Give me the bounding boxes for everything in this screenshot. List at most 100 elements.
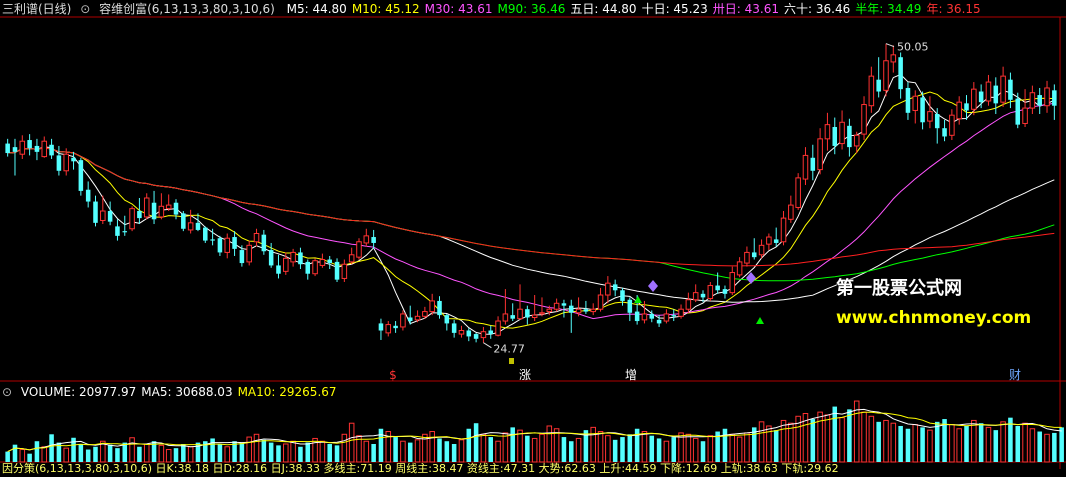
candle xyxy=(305,259,311,280)
volume-bar xyxy=(137,446,142,462)
candle xyxy=(978,84,984,109)
candle xyxy=(773,227,779,247)
volume-bar xyxy=(964,425,969,462)
candle-body xyxy=(173,202,179,215)
volume-bar xyxy=(239,442,245,462)
volume-bar xyxy=(451,443,457,462)
candle xyxy=(71,151,76,170)
volume-bar xyxy=(876,421,881,462)
settings-icon[interactable]: ⊙ xyxy=(80,2,90,16)
volume-bar xyxy=(246,436,252,463)
candle xyxy=(341,259,348,282)
candle-body xyxy=(268,250,274,266)
candle xyxy=(802,147,809,185)
candle xyxy=(143,193,150,220)
volume-bar xyxy=(927,429,933,463)
candle xyxy=(224,233,231,259)
stock-title[interactable]: 三利谱(日线) xyxy=(2,2,71,16)
candle-body xyxy=(766,236,772,245)
candle-body xyxy=(1008,79,1013,100)
candle-body xyxy=(890,54,897,63)
candle-body xyxy=(437,300,442,316)
candle-body xyxy=(137,211,142,219)
candle-body xyxy=(348,254,355,263)
candle xyxy=(883,43,889,97)
volume-bar xyxy=(649,435,655,462)
candle xyxy=(78,157,84,196)
volume-bar xyxy=(473,423,479,462)
candle-body xyxy=(656,319,662,324)
candle-body xyxy=(751,252,757,258)
candle-body xyxy=(795,177,801,208)
year-line xyxy=(7,147,1055,267)
volume-bar xyxy=(312,437,318,463)
candle xyxy=(510,303,515,322)
candle xyxy=(671,309,676,322)
volume-bar xyxy=(817,411,823,463)
candle-body xyxy=(327,259,332,264)
candle-body xyxy=(817,138,823,171)
volume-bar xyxy=(575,437,582,463)
candle-body xyxy=(568,305,574,313)
candle-body xyxy=(341,263,348,279)
candle xyxy=(312,258,318,277)
volume-bar xyxy=(217,443,223,462)
candle xyxy=(19,135,26,159)
candle xyxy=(1044,80,1050,113)
candle xyxy=(407,305,413,325)
volume-item-0: VOLUME: 20977.97 xyxy=(20,385,137,399)
volume-bar xyxy=(334,445,340,462)
candle-body xyxy=(290,251,296,263)
volume-bar xyxy=(158,444,165,463)
candle-body xyxy=(539,312,545,315)
candle xyxy=(203,226,208,243)
volume-bar xyxy=(305,442,311,462)
candle-body xyxy=(34,145,40,152)
volume-bar xyxy=(1029,428,1036,463)
candle xyxy=(444,313,450,331)
ma-item-7: 六十: 36.46 xyxy=(784,2,851,16)
volume-bar xyxy=(641,431,648,463)
candle xyxy=(41,136,48,158)
candle xyxy=(85,181,91,208)
candle-body xyxy=(912,95,919,111)
candle xyxy=(847,118,852,157)
ma-item-9: 年: 36.15 xyxy=(926,2,981,16)
candle-body xyxy=(27,140,32,149)
candle xyxy=(942,119,947,142)
candle-body xyxy=(1000,75,1006,103)
candle-body xyxy=(195,222,201,230)
high-price-label: 50.05 xyxy=(897,41,929,54)
volume-bar xyxy=(985,426,992,463)
candle-body xyxy=(583,309,589,312)
volume-bar xyxy=(348,422,355,463)
candle-body xyxy=(641,313,648,321)
candle xyxy=(736,257,743,278)
candle xyxy=(627,297,633,322)
candle xyxy=(553,298,560,312)
candle-body xyxy=(71,157,76,162)
low-price-label: 24.77 xyxy=(493,343,524,356)
candle-body xyxy=(575,308,582,314)
candle xyxy=(107,201,113,226)
settings-icon[interactable]: ⊙ xyxy=(2,385,12,399)
candle-body xyxy=(868,75,875,107)
candle-body xyxy=(605,282,611,296)
candle-body xyxy=(692,292,699,301)
candle-body xyxy=(334,261,340,280)
candle xyxy=(949,109,955,141)
watermark-url: www.chnmoney.com xyxy=(836,308,1032,328)
candle xyxy=(934,108,940,144)
candle-body xyxy=(810,157,816,171)
candle xyxy=(458,325,465,338)
candle-body xyxy=(861,104,867,135)
volume-bar xyxy=(949,424,955,463)
candle xyxy=(766,233,772,251)
candle xyxy=(956,96,962,125)
volume-bars xyxy=(5,400,1064,463)
volume-bar xyxy=(824,414,831,463)
volume-item-2: MA10: 29265.67 xyxy=(237,385,337,399)
volume-bar xyxy=(363,440,370,463)
volume-bar xyxy=(883,419,889,463)
candle-body xyxy=(319,259,326,266)
